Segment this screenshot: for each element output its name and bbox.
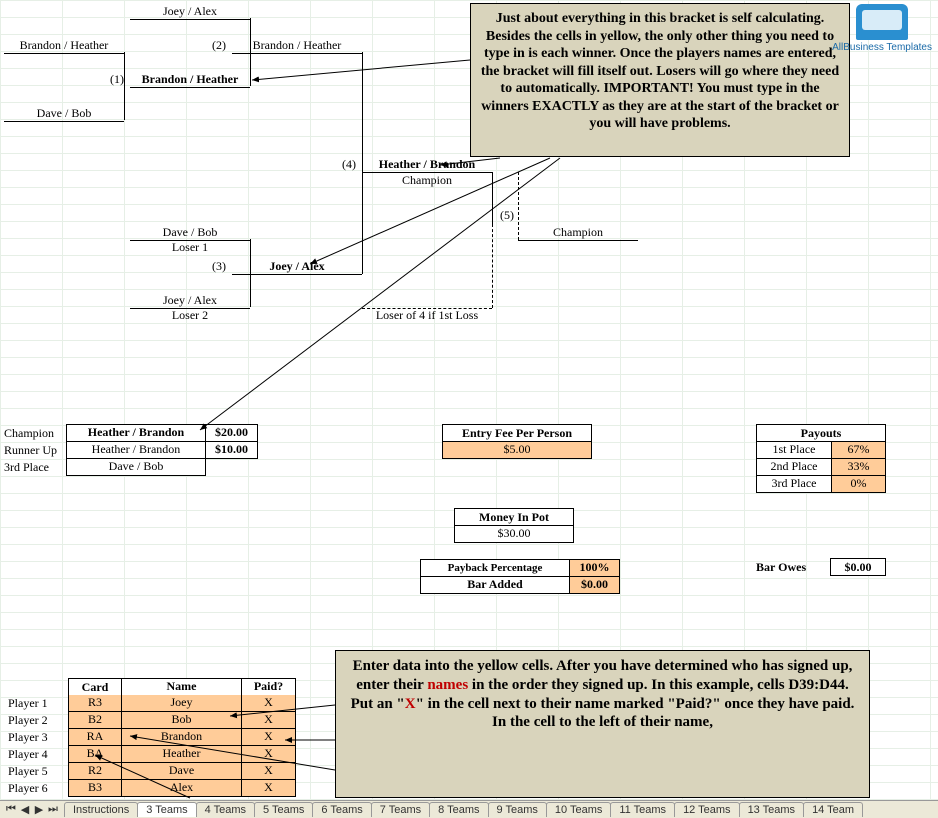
laptop-icon xyxy=(856,4,908,40)
sheet-tab[interactable]: 14 Team xyxy=(803,802,863,817)
tab-next-icon[interactable]: ▶ xyxy=(32,803,46,816)
sheet-tab[interactable]: 10 Teams xyxy=(546,802,612,817)
arrow-lines xyxy=(0,0,938,818)
tab-prev-icon[interactable]: ◀ xyxy=(18,803,32,816)
sheet-tab[interactable]: Instructions xyxy=(64,802,138,817)
tab-last-icon[interactable]: ⏭ xyxy=(46,803,60,816)
sheet-tab[interactable]: 5 Teams xyxy=(254,802,313,817)
sheet-tab[interactable]: 13 Teams xyxy=(739,802,805,817)
sheet-tab[interactable]: 9 Teams xyxy=(488,802,547,817)
tab-first-icon[interactable]: ⏮ xyxy=(4,803,18,816)
logo: AllBusiness Templates xyxy=(832,4,932,53)
sheet-tab[interactable]: 11 Teams xyxy=(610,802,675,817)
sheet-tab[interactable]: 12 Teams xyxy=(674,802,740,817)
sheet-tab[interactable]: 8 Teams xyxy=(429,802,488,817)
sheet-tab[interactable]: 7 Teams xyxy=(371,802,430,817)
sheet-tab[interactable]: 3 Teams xyxy=(137,802,196,817)
sheet-tab[interactable]: 6 Teams xyxy=(312,802,371,817)
sheet-tab[interactable]: 4 Teams xyxy=(196,802,255,817)
tab-nav: ⏮ ◀ ▶ ⏭ xyxy=(0,803,64,816)
sheet-tab-bar: ⏮ ◀ ▶ ⏭ Instructions3 Teams4 Teams5 Team… xyxy=(0,800,938,818)
logo-text: AllBusiness Templates xyxy=(832,42,932,53)
